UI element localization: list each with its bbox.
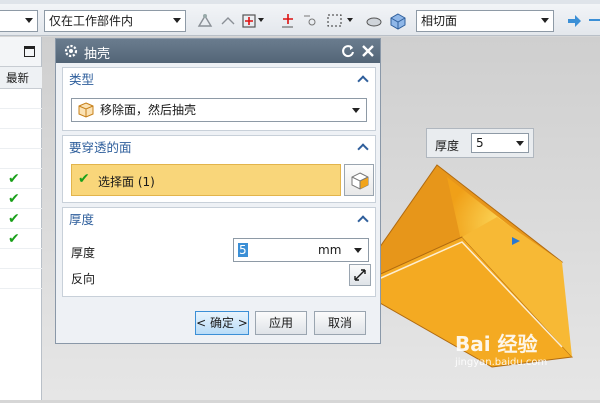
check-icon: ✔ [78, 171, 90, 187]
thickness-label: 厚度 [71, 246, 96, 260]
cancel-button[interactable]: 取消 [314, 311, 366, 335]
chevron-down-icon [516, 141, 524, 146]
reverse-label: 反向 [71, 272, 96, 286]
collapse-icon [357, 75, 369, 87]
thickness-group: 厚度 厚度 5 mm 反向 [62, 207, 376, 297]
shell-type-icon [78, 102, 94, 118]
navigator-header [0, 37, 41, 67]
list-item[interactable] [0, 269, 42, 289]
feature-point-icon[interactable] [302, 12, 320, 30]
list-item[interactable] [0, 89, 42, 109]
scope-combo-value: 仅在工作部件内 [49, 14, 134, 28]
forward-arrow-icon[interactable] [565, 12, 583, 30]
watermark: Bai 经验 jingyan.baidu.com [455, 328, 547, 368]
dialog-title: 抽壳 [84, 47, 111, 62]
reverse-direction-button[interactable] [349, 264, 371, 286]
face-cube-icon [351, 172, 369, 190]
face-rule-value: 相切面 [421, 14, 458, 28]
face-rule-combo[interactable]: 相切面 [416, 10, 554, 32]
top-toolbar: 仅在工作部件内 相切面 [0, 0, 600, 36]
list-item[interactable] [0, 249, 42, 269]
pierce-face-group: 要穿透的面 ✔ 选择面 (1) [62, 135, 376, 203]
onscreen-thickness-label: 厚度 [435, 139, 460, 153]
list-item[interactable]: ✔ [0, 229, 42, 249]
close-icon[interactable] [360, 43, 376, 59]
chevron-down-icon [354, 248, 362, 253]
onscreen-thickness-field[interactable]: 5 [471, 133, 529, 153]
list-item[interactable] [0, 109, 42, 129]
select-face-button[interactable] [344, 164, 374, 196]
check-icon: ✔ [8, 191, 20, 207]
collapse-icon [357, 215, 369, 227]
watermark-logo: Bai 经验 [455, 332, 538, 356]
more-icon[interactable] [586, 12, 600, 30]
ok-button[interactable]: < 确定 > [195, 311, 249, 335]
face-group-header[interactable]: 要穿透的面 [63, 136, 375, 160]
maximize-icon[interactable] [24, 46, 35, 57]
filter-combo[interactable] [0, 10, 38, 32]
watermark-url: jingyan.baidu.com [455, 357, 548, 368]
column-header-latest[interactable]: 最新 [0, 67, 42, 89]
apply-button[interactable]: 应用 [255, 311, 307, 335]
list-item[interactable] [0, 129, 42, 149]
chevron-down-icon [25, 18, 33, 23]
type-group: 类型 移除面，然后抽壳 [62, 67, 376, 131]
thickness-onscreen-input: 厚度 5 [426, 128, 534, 158]
list-item[interactable] [0, 149, 42, 169]
scope-combo[interactable]: 仅在工作部件内 [44, 10, 186, 32]
list-item[interactable]: ✔ [0, 169, 42, 189]
type-group-header[interactable]: 类型 [63, 68, 375, 92]
hide-object-icon[interactable] [365, 12, 383, 30]
thickness-input[interactable]: 5 mm [233, 238, 369, 262]
dialog-titlebar[interactable]: 抽壳 [56, 39, 380, 63]
unit-label: mm [318, 243, 342, 257]
shell-dialog: 抽壳 类型 移除面，然后抽壳 要穿透的面 ✔ 选择面 (1) 厚度 厚度 5 m… [55, 38, 381, 344]
part-navigator: 最新 ✔ ✔ ✔ ✔ [0, 37, 42, 400]
check-icon: ✔ [8, 211, 20, 227]
point-constructor-icon[interactable] [219, 12, 237, 30]
reset-icon[interactable] [340, 43, 356, 59]
reverse-arrows-icon [354, 269, 366, 281]
select-face-label: 选择面 (1) [98, 175, 155, 189]
check-icon: ✔ [8, 231, 20, 247]
list-item[interactable]: ✔ [0, 189, 42, 209]
rectangle-select-icon[interactable] [326, 12, 344, 30]
select-box-icon[interactable] [241, 12, 259, 30]
gear-icon[interactable] [63, 43, 79, 59]
thickness-group-header[interactable]: 厚度 [63, 208, 375, 232]
thickness-value: 5 [238, 243, 248, 257]
list-item[interactable]: ✔ [0, 209, 42, 229]
chevron-down-icon [352, 108, 360, 113]
collapse-icon [357, 143, 369, 155]
chevron-down-icon [541, 18, 549, 23]
chevron-down-icon[interactable] [347, 18, 353, 22]
ribbon-strip [0, 0, 600, 4]
chevron-down-icon [173, 18, 181, 23]
snap-plus-icon[interactable] [279, 12, 297, 30]
type-select[interactable]: 移除面，然后抽壳 [71, 98, 367, 122]
chevron-down-icon[interactable] [258, 18, 264, 22]
snap-point-icon[interactable] [196, 12, 214, 30]
check-icon: ✔ [8, 171, 20, 187]
select-face-row[interactable]: ✔ 选择面 (1) [71, 164, 341, 196]
shaded-cube-icon[interactable] [389, 12, 407, 30]
